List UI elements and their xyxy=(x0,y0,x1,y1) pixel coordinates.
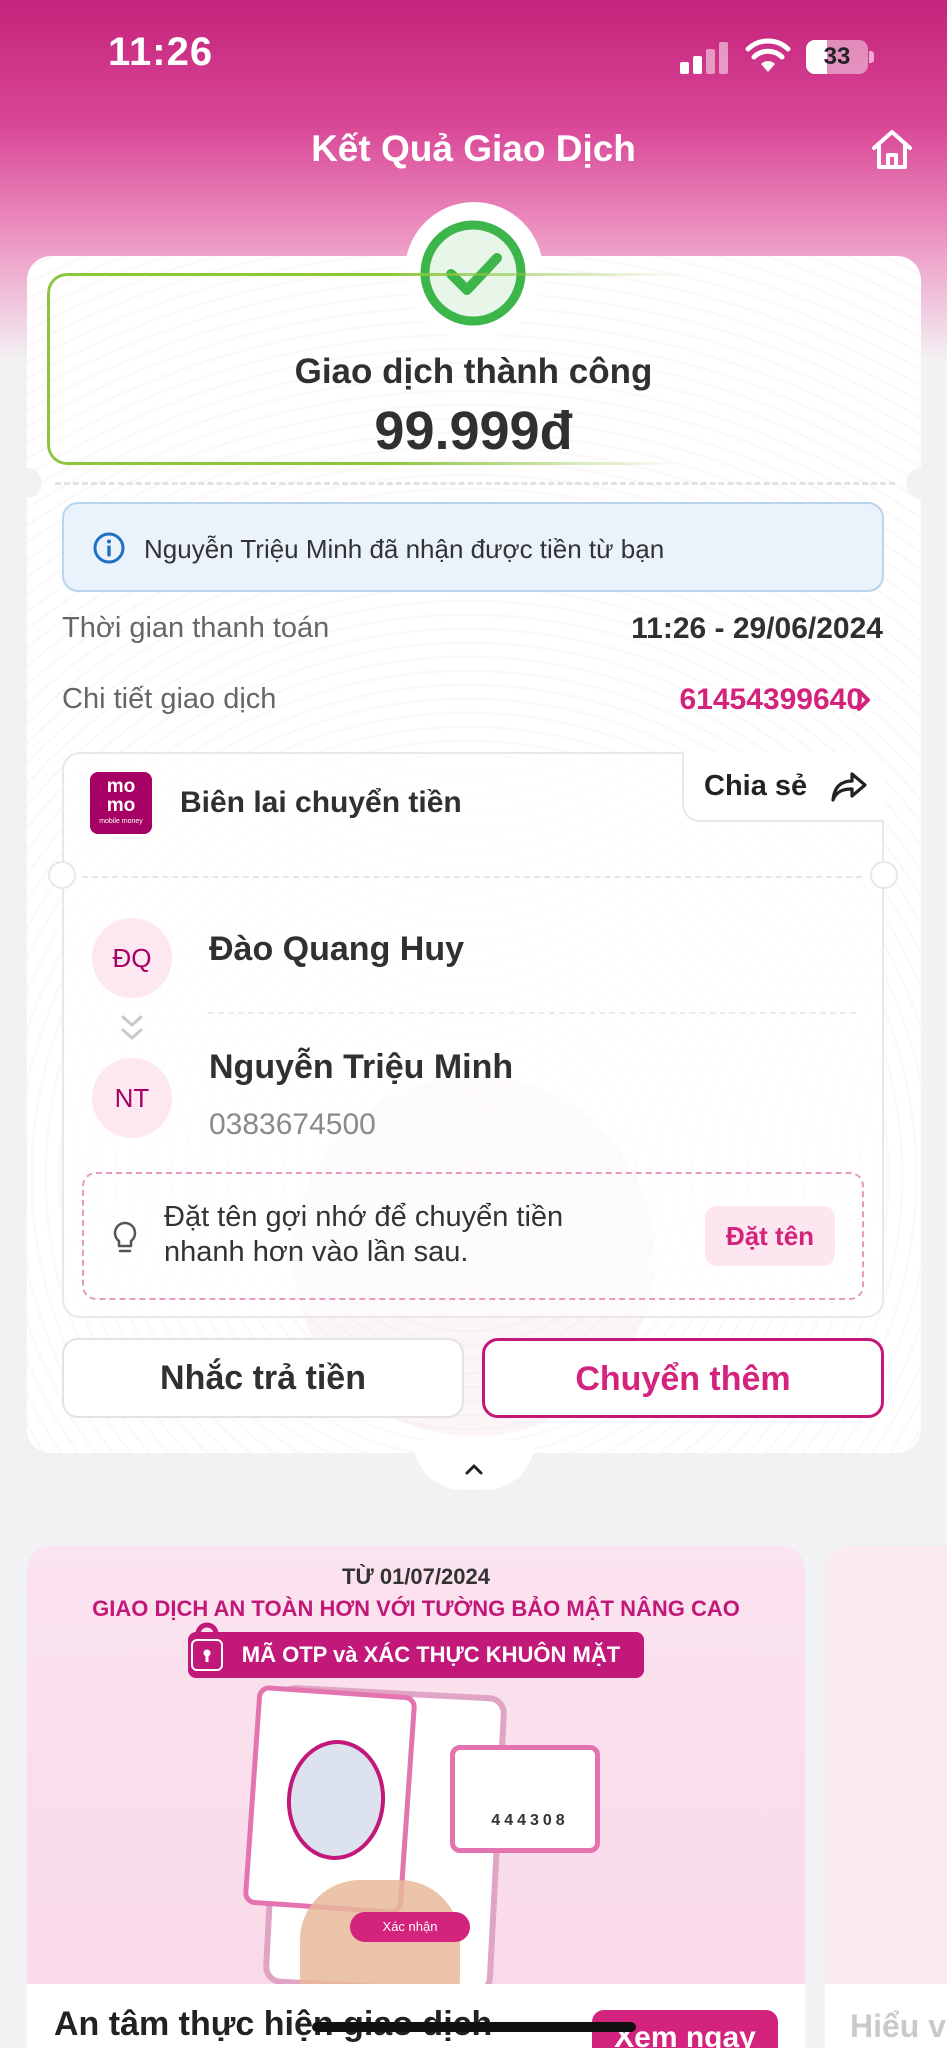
next-promo-card[interactable] xyxy=(825,1546,947,2048)
receiver-name: Nguyễn Triệu Minh xyxy=(209,1048,514,1086)
set-name-button[interactable]: Đặt tên xyxy=(705,1206,835,1266)
transaction-amount: 99.999đ xyxy=(374,401,573,461)
chevron-up-icon[interactable] xyxy=(461,1460,487,1478)
chevrons-down-icon xyxy=(121,1015,143,1041)
otp-dialog-illustration xyxy=(450,1745,600,1853)
remind-payment-button[interactable]: Nhắc trả tiền xyxy=(62,1338,464,1418)
wifi-icon xyxy=(745,38,791,72)
chevron-right-icon[interactable] xyxy=(854,687,874,713)
confirm-pill: Xác nhận xyxy=(350,1912,470,1942)
party-divider xyxy=(208,1012,856,1014)
home-indicator[interactable] xyxy=(312,2022,636,2032)
transfer-more-button[interactable]: Chuyển thêm xyxy=(482,1338,884,1418)
home-icon[interactable] xyxy=(868,126,916,174)
share-button[interactable]: Chia sẻ xyxy=(682,752,884,822)
page-title: Kết Quả Giao Dịch xyxy=(311,128,636,169)
hint-text: Đặt tên gợi nhớ để chuyển tiền nhanh hơn… xyxy=(164,1201,564,1268)
battery-icon: 33 xyxy=(806,40,874,74)
receipt-notch-right xyxy=(870,861,898,889)
share-label: Chia sẻ xyxy=(704,770,808,802)
receiver-phone: 0383674500 xyxy=(209,1108,376,1141)
next-promo-text: Hiểu v xyxy=(850,2008,947,2044)
receipt-notch-left xyxy=(48,861,76,889)
promo-headline: GIAO DỊCH AN TOÀN HƠN VỚI TƯỜNG BẢO MẬT … xyxy=(92,1596,740,1621)
promo-date: TỪ 01/07/2024 xyxy=(342,1564,490,1589)
payment-time-label: Thời gian thanh toán xyxy=(62,612,330,644)
battery-level: 33 xyxy=(823,43,851,70)
momo-logo: mo mo mobile money xyxy=(90,772,152,834)
signal-icon xyxy=(680,40,730,74)
info-icon xyxy=(93,532,125,564)
info-text: Nguyễn Triệu Minh đã nhận được tiền từ b… xyxy=(144,534,665,564)
lightbulb-icon xyxy=(113,1221,137,1253)
status-bar: 11:26 33 xyxy=(0,0,947,110)
transaction-status: Giao dịch thành công xyxy=(294,352,653,391)
promo-tag: MÃ OTP và XÁC THỰC KHUÔN MẶT xyxy=(188,1632,644,1678)
transaction-id-link[interactable]: 61454399640 xyxy=(679,683,863,717)
screen: 11:26 33 Kết Quả Giao Dịch Giao dịch thà… xyxy=(0,0,947,2048)
sender-name: Đào Quang Huy xyxy=(209,930,465,968)
lock-icon xyxy=(191,1622,223,1671)
receipt-divider xyxy=(82,876,862,878)
share-icon xyxy=(831,772,867,802)
info-banner: Nguyễn Triệu Minh đã nhận được tiền từ b… xyxy=(62,502,884,592)
payment-time-value: 11:26 - 29/06/2024 xyxy=(631,612,883,645)
sender-avatar: ĐQ xyxy=(92,918,172,998)
transaction-detail-label: Chi tiết giao dịch xyxy=(62,683,277,715)
card-notch-left xyxy=(12,468,42,498)
status-time: 11:26 xyxy=(108,30,214,74)
receipt-title: Biên lai chuyển tiền xyxy=(180,786,462,819)
card-notch-right xyxy=(906,468,936,498)
receiver-avatar: NT xyxy=(92,1058,172,1138)
otp-code: 444308 xyxy=(491,1812,569,1829)
divider xyxy=(55,482,895,485)
